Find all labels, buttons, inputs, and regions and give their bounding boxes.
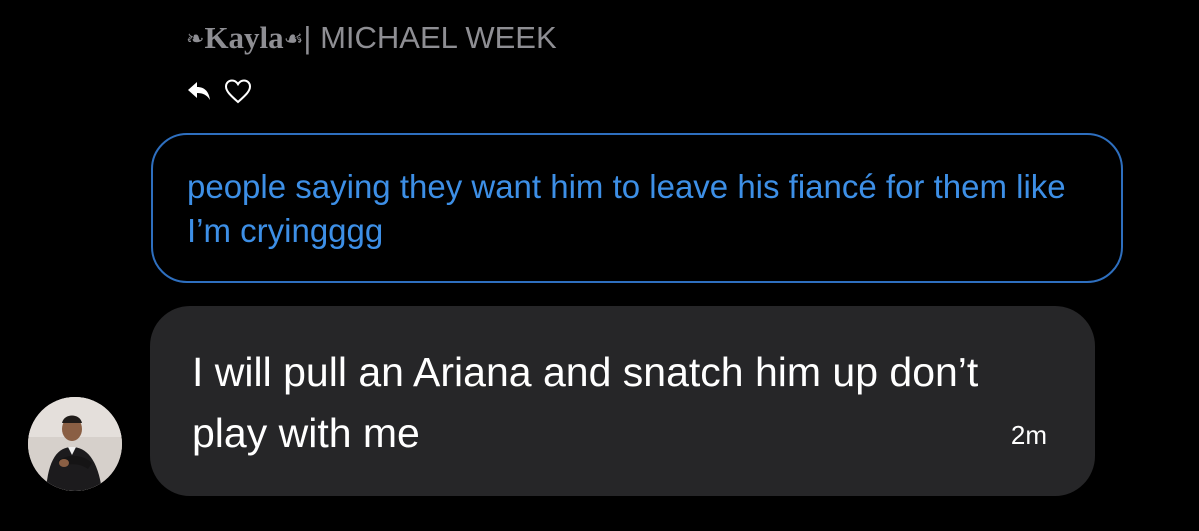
message-actions — [186, 78, 252, 104]
avatar[interactable] — [28, 397, 122, 491]
quoted-message-text: people saying they want him to leave his… — [187, 168, 1066, 249]
replied-user-name: Kayla — [204, 20, 284, 55]
reply-arrow-icon[interactable] — [186, 78, 212, 104]
message-text: I will pull an Ariana and snatch him up … — [192, 349, 979, 456]
reply-header: ❧Kayla☙| MICHAEL WEEK — [186, 18, 557, 60]
flourish-left: ❧ — [186, 27, 205, 52]
message-bubble[interactable]: I will pull an Ariana and snatch him up … — [150, 306, 1095, 496]
quoted-message-bubble[interactable]: people saying they want him to leave his… — [151, 133, 1123, 283]
heart-outline-icon[interactable] — [224, 78, 252, 104]
message-timestamp: 2m — [1010, 420, 1047, 450]
flourish-right: ☙ — [283, 27, 304, 52]
header-suffix: MICHAEL WEEK — [311, 20, 557, 55]
